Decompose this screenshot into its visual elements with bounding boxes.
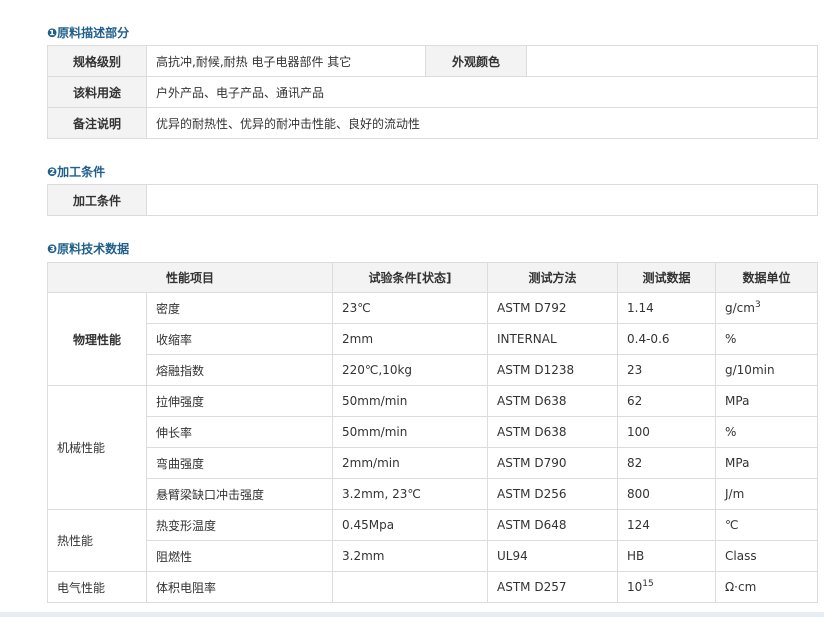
method-cell: INTERNAL [487,323,619,355]
condition-cell: 0.45Mpa [332,509,489,541]
category-electrical: 电气性能 [47,571,147,603]
header-property: 性能项目 [46,262,334,293]
description-table: 规格级别 高抗冲,耐候,耐热 电子电器部件 其它 外观颜色 该料用途 户外产品、… [47,45,818,139]
property-cell: 阻燃性 [145,540,334,572]
table-row: 弯曲强度 2mm/min ASTM D790 82 MPa [48,447,819,479]
use-value: 户外产品、电子产品、通讯产品 [146,76,818,108]
property-cell: 热变形温度 [145,509,334,541]
table-row: 熔融指数 220℃,10kg ASTM D1238 23 g/10min [48,354,819,386]
property-cell: 悬臂梁缺口冲击强度 [145,478,334,510]
bottom-divider [0,612,824,617]
property-cell: 伸长率 [145,416,334,448]
header-condition: 试验条件[状态] [332,262,489,293]
data-cell: 800 [617,478,717,510]
processing-label: 加工条件 [47,184,147,216]
condition-cell: 3.2mm [332,540,489,572]
condition-cell: 3.2mm, 23℃ [332,478,489,510]
table-row: 阻燃性 3.2mm UL94 HB Class [48,540,819,572]
use-label: 该料用途 [47,76,147,108]
note-label: 备注说明 [47,107,147,139]
method-cell: ASTM D256 [487,478,619,510]
data-cell: 0.4-0.6 [617,323,717,355]
table-row: 物理性能 密度 23℃ ASTM D792 1.14 g/cm3 [47,292,819,386]
unit-superscript: 3 [754,300,761,310]
data-cell: 124 [617,509,717,541]
category-thermal: 热性能 [47,509,147,572]
header-unit: 数据单位 [715,262,819,293]
grade-value: 高抗冲,耐候,耐热 电子电器部件 其它 [146,45,426,77]
section-title-tech-data: ❸原料技术数据 [47,242,130,256]
grade-label: 规格级别 [47,45,147,77]
table-row: 伸长率 50mm/min ASTM D638 100 % [48,416,819,448]
data-cell: 1.14 [617,292,717,324]
table-row: 悬臂梁缺口冲击强度 3.2mm, 23℃ ASTM D256 800 J/m [48,478,819,510]
unit-cell: J/m [715,478,819,510]
section-title-description: ❶原料描述部分 [47,26,130,40]
condition-cell: 50mm/min [332,385,489,417]
data-text: 10 [627,580,643,594]
category-mechanical: 机械性能 [47,385,147,510]
condition-cell: 50mm/min [332,416,489,448]
property-cell: 体积电阻率 [145,571,334,603]
header-method: 测试方法 [487,262,619,293]
header-data: 测试数据 [617,262,717,293]
condition-cell [332,571,489,603]
method-cell: ASTM D638 [487,385,619,417]
table-row: 收缩率 2mm INTERNAL 0.4-0.6 % [48,323,819,355]
condition-cell: 2mm/min [332,447,489,479]
method-cell: ASTM D790 [487,447,619,479]
processing-table: 加工条件 [47,184,818,216]
color-label: 外观颜色 [425,45,527,77]
data-cell: 1015 [617,571,717,603]
method-cell: UL94 [487,540,619,572]
property-cell: 收缩率 [145,323,334,355]
method-cell: ASTM D792 [487,292,619,324]
table-row: 该料用途 户外产品、电子产品、通讯产品 [47,76,818,108]
unit-cell: Class [715,540,819,572]
method-cell: ASTM D648 [487,509,619,541]
table-header-row: 性能项目 试验条件[状态] 测试方法 测试数据 数据单位 [46,262,819,293]
data-cell: 100 [617,416,717,448]
data-cell: 62 [617,385,717,417]
unit-cell: g/cm3 [715,292,819,324]
table-row: 热性能 热变形温度 0.45Mpa ASTM D648 124 ℃ [47,509,819,572]
property-cell: 熔融指数 [145,354,334,386]
unit-cell: MPa [715,447,819,479]
method-cell: ASTM D638 [487,416,619,448]
data-cell: HB [617,540,717,572]
table-row: 规格级别 高抗冲,耐候,耐热 电子电器部件 其它 外观颜色 [47,45,818,77]
table-row: 加工条件 [47,184,818,216]
section-title-processing: ❷加工条件 [47,165,106,179]
note-value: 优异的耐热性、优异的耐冲击性能、良好的流动性 [146,107,818,139]
property-cell: 弯曲强度 [145,447,334,479]
table-row: 备注说明 优异的耐热性、优异的耐冲击性能、良好的流动性 [47,107,818,139]
tech-data-table: 性能项目 试验条件[状态] 测试方法 测试数据 数据单位 物理性能 密度 23℃… [46,262,819,603]
condition-cell: 2mm [332,323,489,355]
category-physical: 物理性能 [47,292,147,386]
unit-text: g/cm [725,301,755,315]
table-row: 机械性能 拉伸强度 50mm/min ASTM D638 62 MPa [47,385,819,510]
condition-cell: 220℃,10kg [332,354,489,386]
unit-cell: % [715,416,819,448]
property-cell: 拉伸强度 [145,385,334,417]
unit-cell: MPa [715,385,819,417]
unit-cell: ℃ [715,509,819,541]
data-superscript: 15 [642,579,654,589]
table-row: 电气性能 体积电阻率 ASTM D257 1015 Ω·cm [47,571,819,603]
method-cell: ASTM D1238 [487,354,619,386]
processing-value [146,184,818,216]
data-cell: 82 [617,447,717,479]
condition-cell: 23℃ [332,292,489,324]
unit-cell: Ω·cm [715,571,819,603]
unit-cell: % [715,323,819,355]
method-cell: ASTM D257 [487,571,619,603]
data-cell: 23 [617,354,717,386]
property-cell: 密度 [145,292,334,324]
color-value [526,45,818,77]
unit-cell: g/10min [715,354,819,386]
